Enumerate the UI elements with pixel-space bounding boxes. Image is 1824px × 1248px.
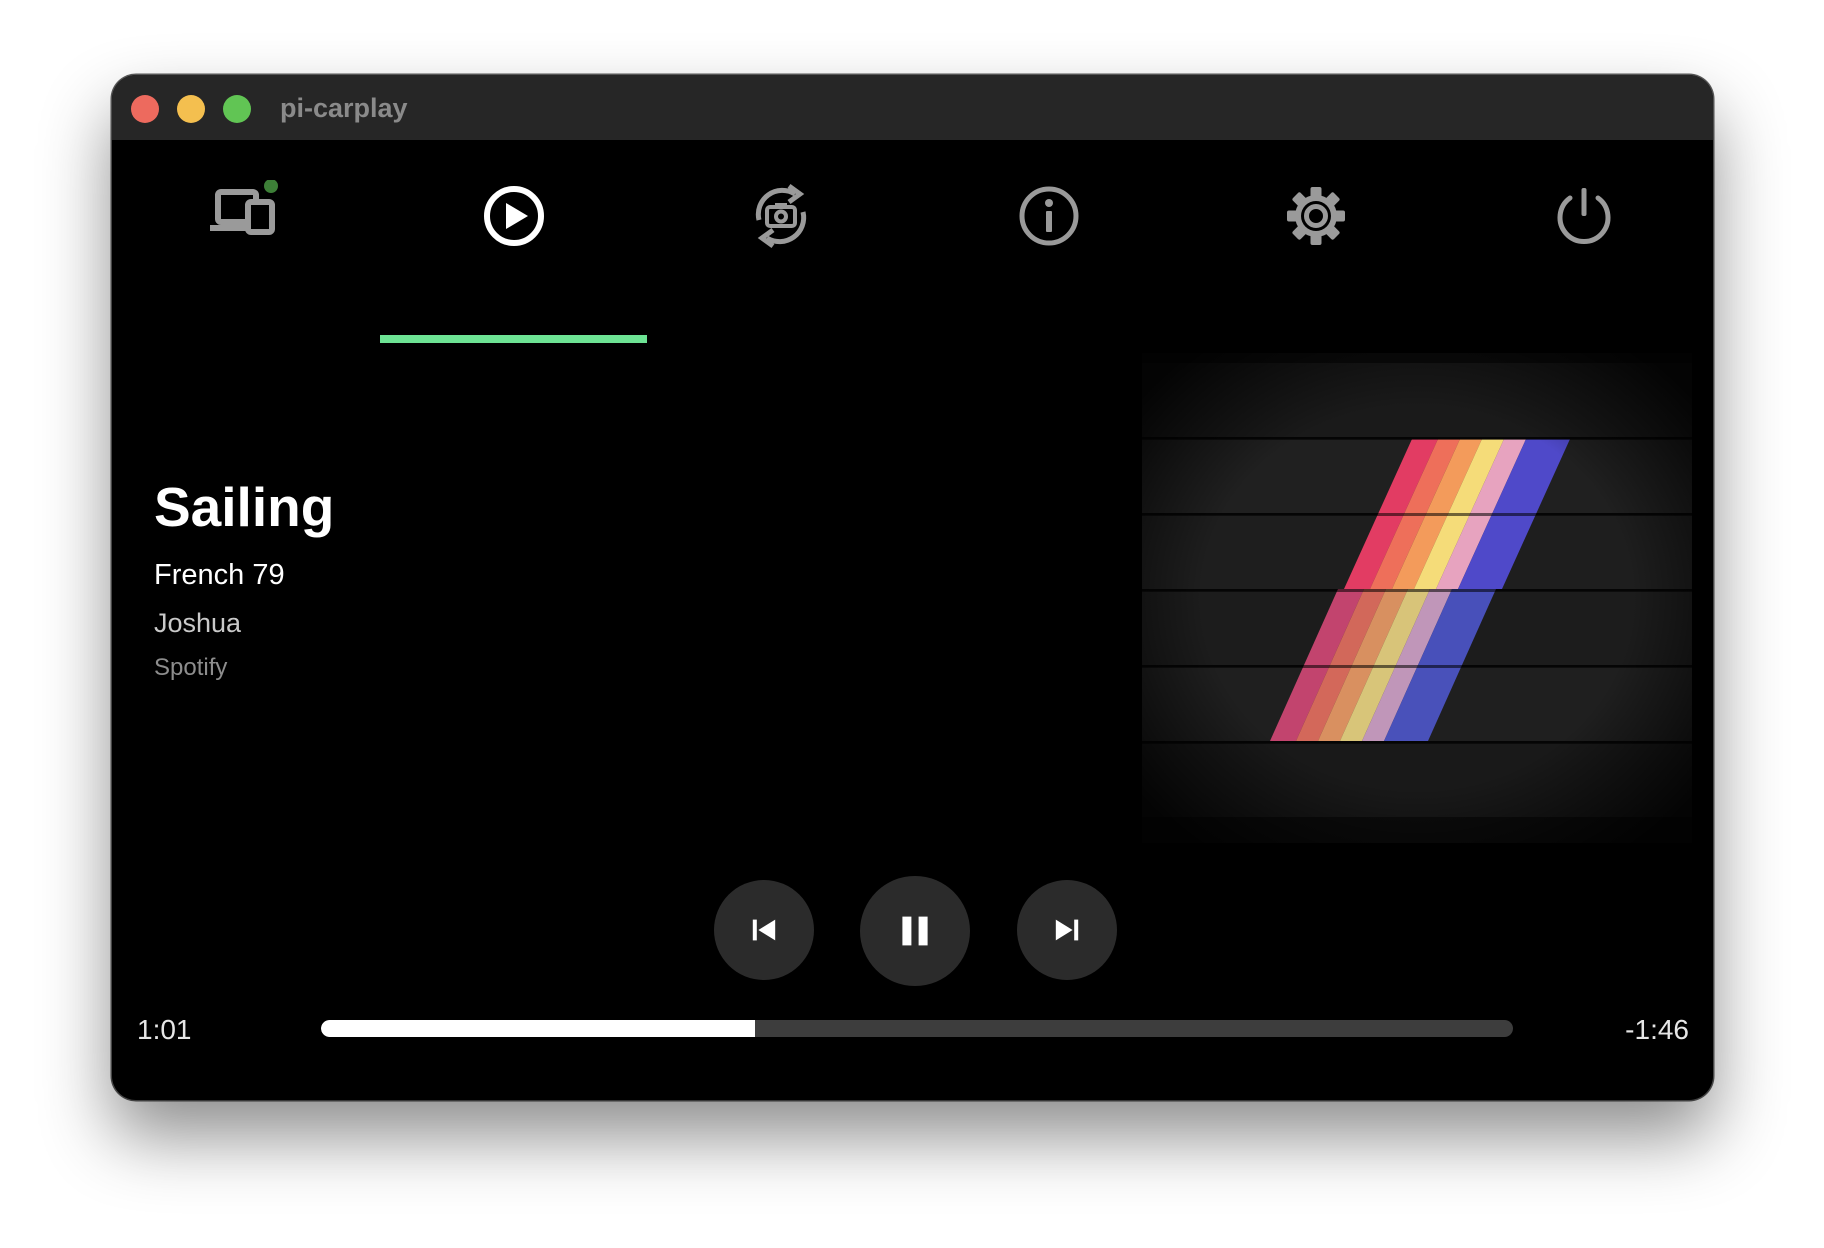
skip-previous-icon bbox=[752, 919, 776, 941]
remaining-time: -1:46 bbox=[1625, 1014, 1689, 1045]
skip-next-icon bbox=[1055, 919, 1079, 941]
progress-fill bbox=[321, 1020, 755, 1037]
tab-devices[interactable] bbox=[112, 140, 380, 345]
progress-bar[interactable] bbox=[321, 1020, 1513, 1037]
track-title: Sailing bbox=[154, 476, 335, 538]
info-icon bbox=[1019, 186, 1079, 246]
track-source: Spotify bbox=[154, 654, 228, 681]
devices-icon bbox=[210, 180, 278, 235]
pause-button[interactable] bbox=[860, 876, 970, 986]
title-bar: pi-carplay bbox=[112, 75, 1713, 140]
tab-bar bbox=[112, 140, 1713, 345]
gear-icon bbox=[1287, 187, 1345, 245]
tab-camera[interactable] bbox=[647, 140, 915, 345]
previous-track-button[interactable] bbox=[714, 880, 814, 980]
album-art bbox=[1142, 353, 1692, 843]
maximize-window-button[interactable] bbox=[223, 95, 251, 123]
elapsed-time: 1:01 bbox=[137, 1014, 192, 1045]
window-title: pi-carplay bbox=[280, 93, 408, 123]
app-window: pi-carplay Sailing French 79 Joshua Spot… bbox=[112, 75, 1713, 1100]
active-tab-indicator bbox=[380, 335, 647, 343]
pause-icon bbox=[902, 916, 928, 946]
album-art-image bbox=[1142, 353, 1692, 843]
camera-rotate-icon bbox=[755, 183, 807, 249]
close-window-button[interactable] bbox=[131, 95, 159, 123]
tab-settings[interactable] bbox=[1182, 140, 1450, 345]
tab-info[interactable] bbox=[915, 140, 1183, 345]
next-track-button[interactable] bbox=[1017, 880, 1117, 980]
power-icon bbox=[1557, 188, 1611, 244]
connection-status-dot bbox=[264, 180, 278, 193]
tab-media[interactable] bbox=[380, 140, 648, 345]
track-album: French 79 bbox=[154, 559, 285, 591]
play-circle-icon bbox=[484, 186, 544, 246]
minimize-window-button[interactable] bbox=[177, 95, 205, 123]
track-info: Sailing French 79 Joshua Spotify bbox=[154, 470, 1054, 684]
track-artist: Joshua bbox=[154, 608, 242, 638]
tab-power[interactable] bbox=[1450, 140, 1713, 345]
